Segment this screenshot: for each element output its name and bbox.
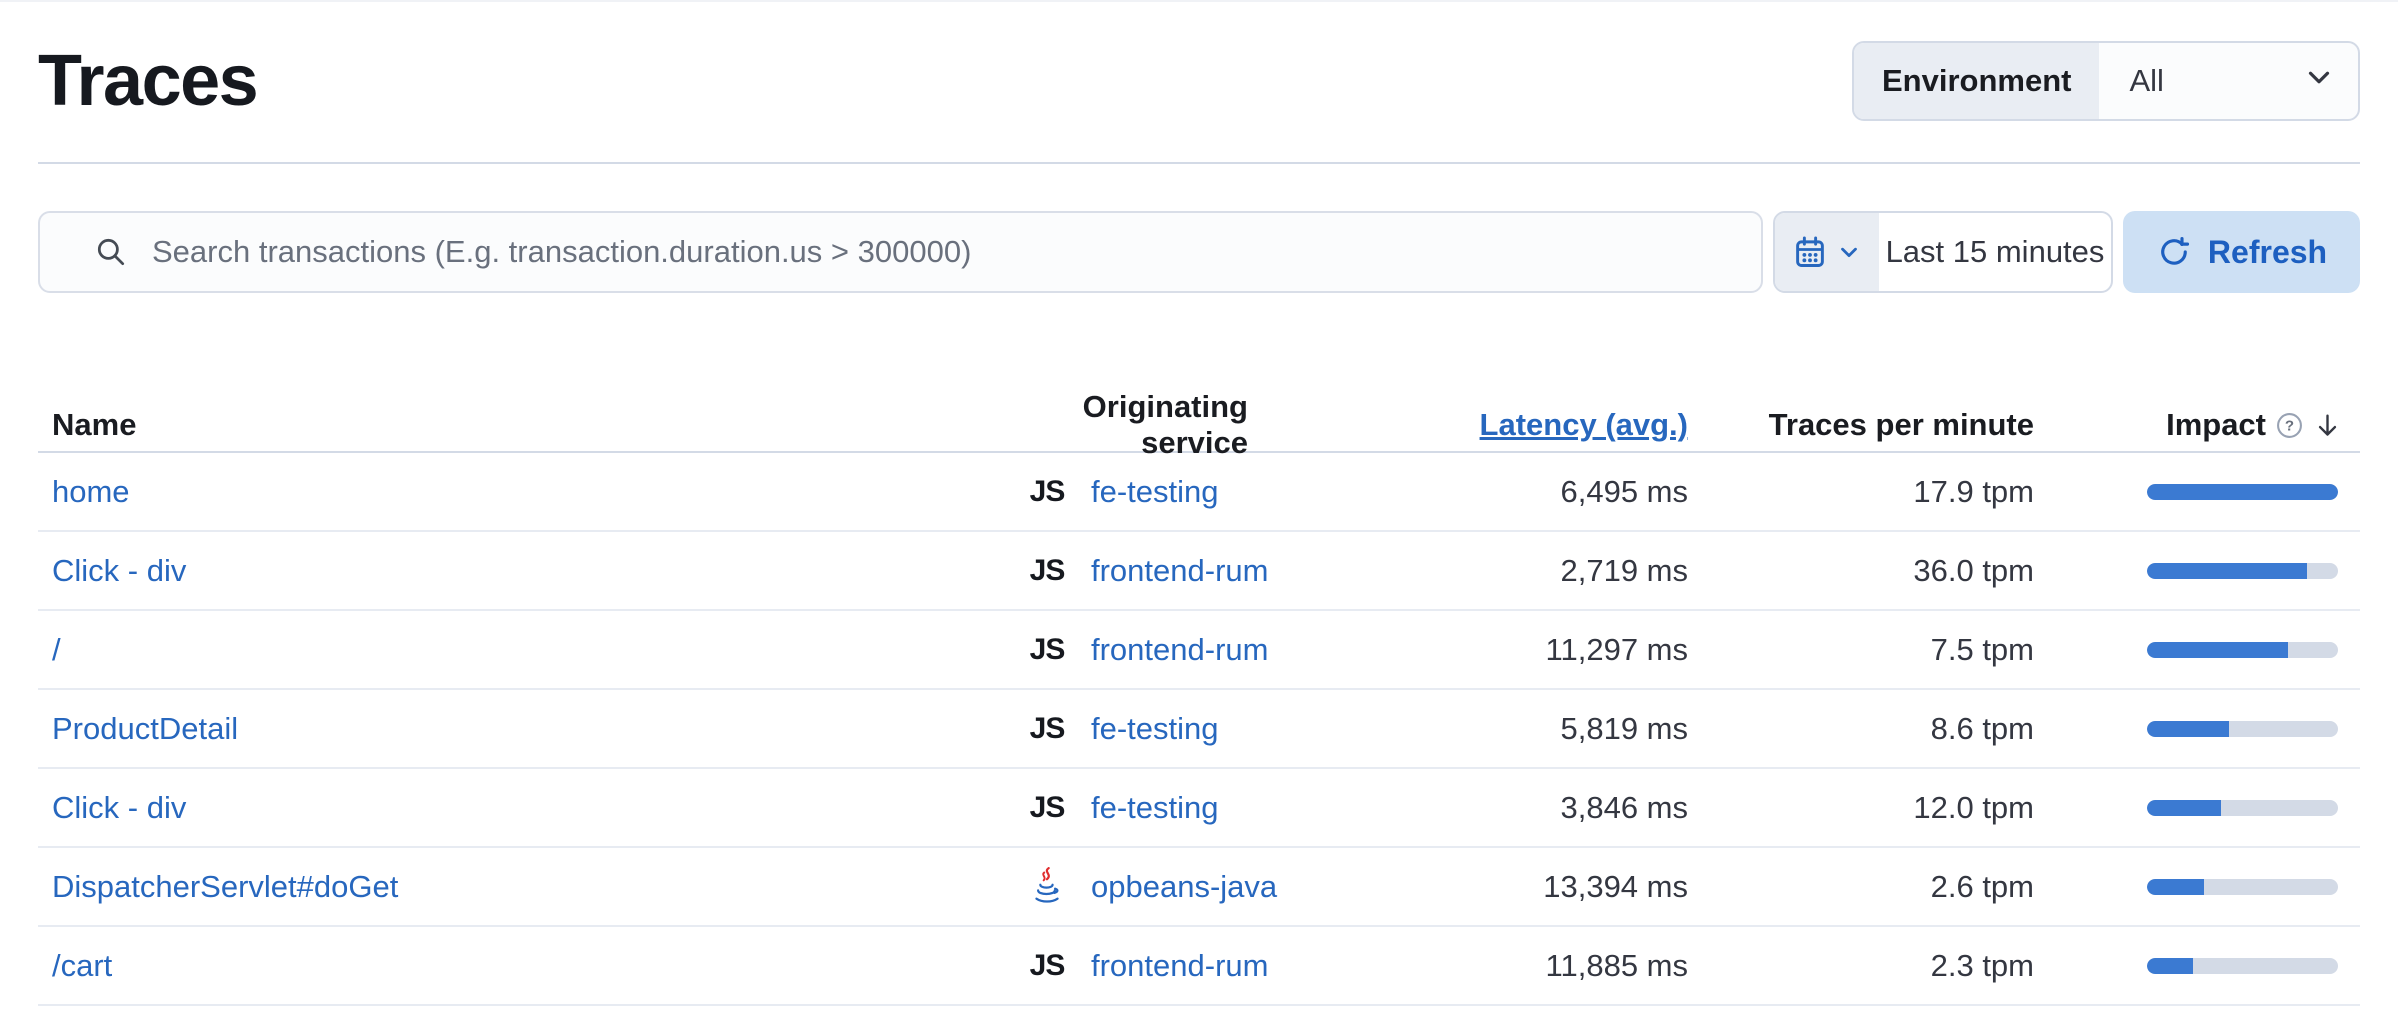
- chevron-down-icon: [2302, 60, 2336, 102]
- calendar-icon: [1792, 234, 1828, 270]
- js-agent-icon: JS: [1030, 712, 1065, 746]
- column-header-name: Name: [38, 407, 998, 443]
- traces-page: Traces Environment All: [0, 0, 2398, 1006]
- latency-value: 2,719 ms: [1560, 553, 1688, 588]
- table-row: /cart JS frontend-rum 11,885 ms 2.3 tpm: [38, 927, 2360, 1006]
- traces-table: Name Originating service Latency (avg.) …: [38, 389, 2360, 1006]
- traces-per-minute-value: 17.9 tpm: [1913, 474, 2034, 509]
- transaction-name-link[interactable]: Click - div: [52, 790, 186, 825]
- latency-value: 6,495 ms: [1560, 474, 1688, 509]
- service-link[interactable]: frontend-rum: [1091, 553, 1268, 589]
- js-agent-icon: JS: [1030, 949, 1065, 983]
- traces-per-minute-value: 2.3 tpm: [1931, 948, 2034, 983]
- chevron-down-icon: [1836, 239, 1862, 265]
- column-header-impact[interactable]: Impact ?: [2058, 407, 2360, 443]
- traces-per-minute-value: 12.0 tpm: [1913, 790, 2034, 825]
- search-controls: Last 15 minutes Refresh: [38, 211, 2360, 293]
- date-quick-select-button[interactable]: [1775, 213, 1879, 291]
- service-link[interactable]: fe-testing: [1091, 474, 1219, 510]
- transaction-name-link[interactable]: /: [52, 632, 61, 667]
- traces-per-minute-value: 7.5 tpm: [1931, 632, 2034, 667]
- traces-per-minute-value: 2.6 tpm: [1931, 869, 2034, 904]
- refresh-button-label: Refresh: [2208, 234, 2327, 271]
- table-row: home JS fe-testing 6,495 ms 17.9 tpm: [38, 453, 2360, 532]
- column-header-impact-label: Impact: [2166, 407, 2266, 443]
- table-row: / JS frontend-rum 11,297 ms 7.5 tpm: [38, 611, 2360, 690]
- service-link[interactable]: fe-testing: [1091, 711, 1219, 747]
- js-agent-icon: JS: [1030, 791, 1065, 825]
- js-agent-icon: JS: [1030, 475, 1065, 509]
- page-title: Traces: [38, 40, 257, 122]
- latency-value: 3,846 ms: [1560, 790, 1688, 825]
- table-row: Click - div JS fe-testing 3,846 ms 12.0 tpm: [38, 769, 2360, 848]
- service-link[interactable]: opbeans-java: [1091, 869, 1277, 905]
- impact-bar: [2147, 642, 2338, 658]
- page-header: Traces Environment All: [38, 0, 2360, 164]
- impact-bar: [2147, 484, 2338, 500]
- traces-per-minute-value: 8.6 tpm: [1931, 711, 2034, 746]
- table-row: DispatcherServlet#doGet opbeans-java 13,39…: [38, 848, 2360, 927]
- table-header-row: Name Originating service Latency (avg.) …: [38, 389, 2360, 453]
- search-transactions-input[interactable]: [38, 211, 1763, 293]
- latency-value: 5,819 ms: [1560, 711, 1688, 746]
- search-icon: [94, 235, 128, 269]
- transaction-name-link[interactable]: home: [52, 474, 130, 509]
- latency-value: 13,394 ms: [1543, 869, 1688, 904]
- sort-descending-arrow-icon: [2313, 411, 2342, 440]
- impact-bar: [2147, 800, 2338, 816]
- service-link[interactable]: frontend-rum: [1091, 948, 1268, 984]
- js-agent-icon: JS: [1030, 633, 1065, 667]
- table-row: Click - div JS frontend-rum 2,719 ms 36.0 tp…: [38, 532, 2360, 611]
- impact-bar: [2147, 721, 2338, 737]
- refresh-button[interactable]: Refresh: [2123, 211, 2360, 293]
- impact-bar: [2147, 879, 2338, 895]
- latency-value: 11,885 ms: [1546, 948, 1688, 983]
- column-header-latency-sort-link[interactable]: Latency (avg.): [1480, 407, 1688, 442]
- traces-per-minute-value: 36.0 tpm: [1913, 553, 2034, 588]
- refresh-icon: [2156, 234, 2192, 270]
- impact-bar: [2147, 958, 2338, 974]
- js-agent-icon: JS: [1030, 554, 1065, 588]
- svg-text:?: ?: [2285, 417, 2294, 434]
- table-row: ProductDetail JS fe-testing 5,819 ms 8.6 tpm: [38, 690, 2360, 769]
- impact-bar: [2147, 563, 2338, 579]
- environment-select-value: All: [2129, 63, 2163, 99]
- time-range-picker: Last 15 minutes: [1773, 211, 2113, 293]
- java-agent-icon: [1029, 867, 1065, 907]
- latency-value: 11,297 ms: [1546, 632, 1688, 667]
- service-link[interactable]: fe-testing: [1091, 790, 1219, 826]
- transaction-name-link[interactable]: Click - div: [52, 553, 186, 588]
- environment-select[interactable]: Environment All: [1852, 41, 2360, 121]
- transaction-name-link[interactable]: ProductDetail: [52, 711, 238, 746]
- question-in-circle-icon[interactable]: ?: [2276, 412, 2303, 439]
- environment-select-label: Environment: [1854, 43, 2099, 119]
- transaction-name-link[interactable]: DispatcherServlet#doGet: [52, 869, 398, 904]
- table-body: home JS fe-testing 6,495 ms 17.9 tpm Click - …: [38, 453, 2360, 1006]
- time-range-value[interactable]: Last 15 minutes: [1879, 213, 2111, 291]
- column-header-traces-per-minute: Traces per minute: [1712, 407, 2058, 443]
- transaction-name-link[interactable]: /cart: [52, 948, 112, 983]
- service-link[interactable]: frontend-rum: [1091, 632, 1268, 668]
- column-header-originating-service: Originating service: [998, 389, 1278, 461]
